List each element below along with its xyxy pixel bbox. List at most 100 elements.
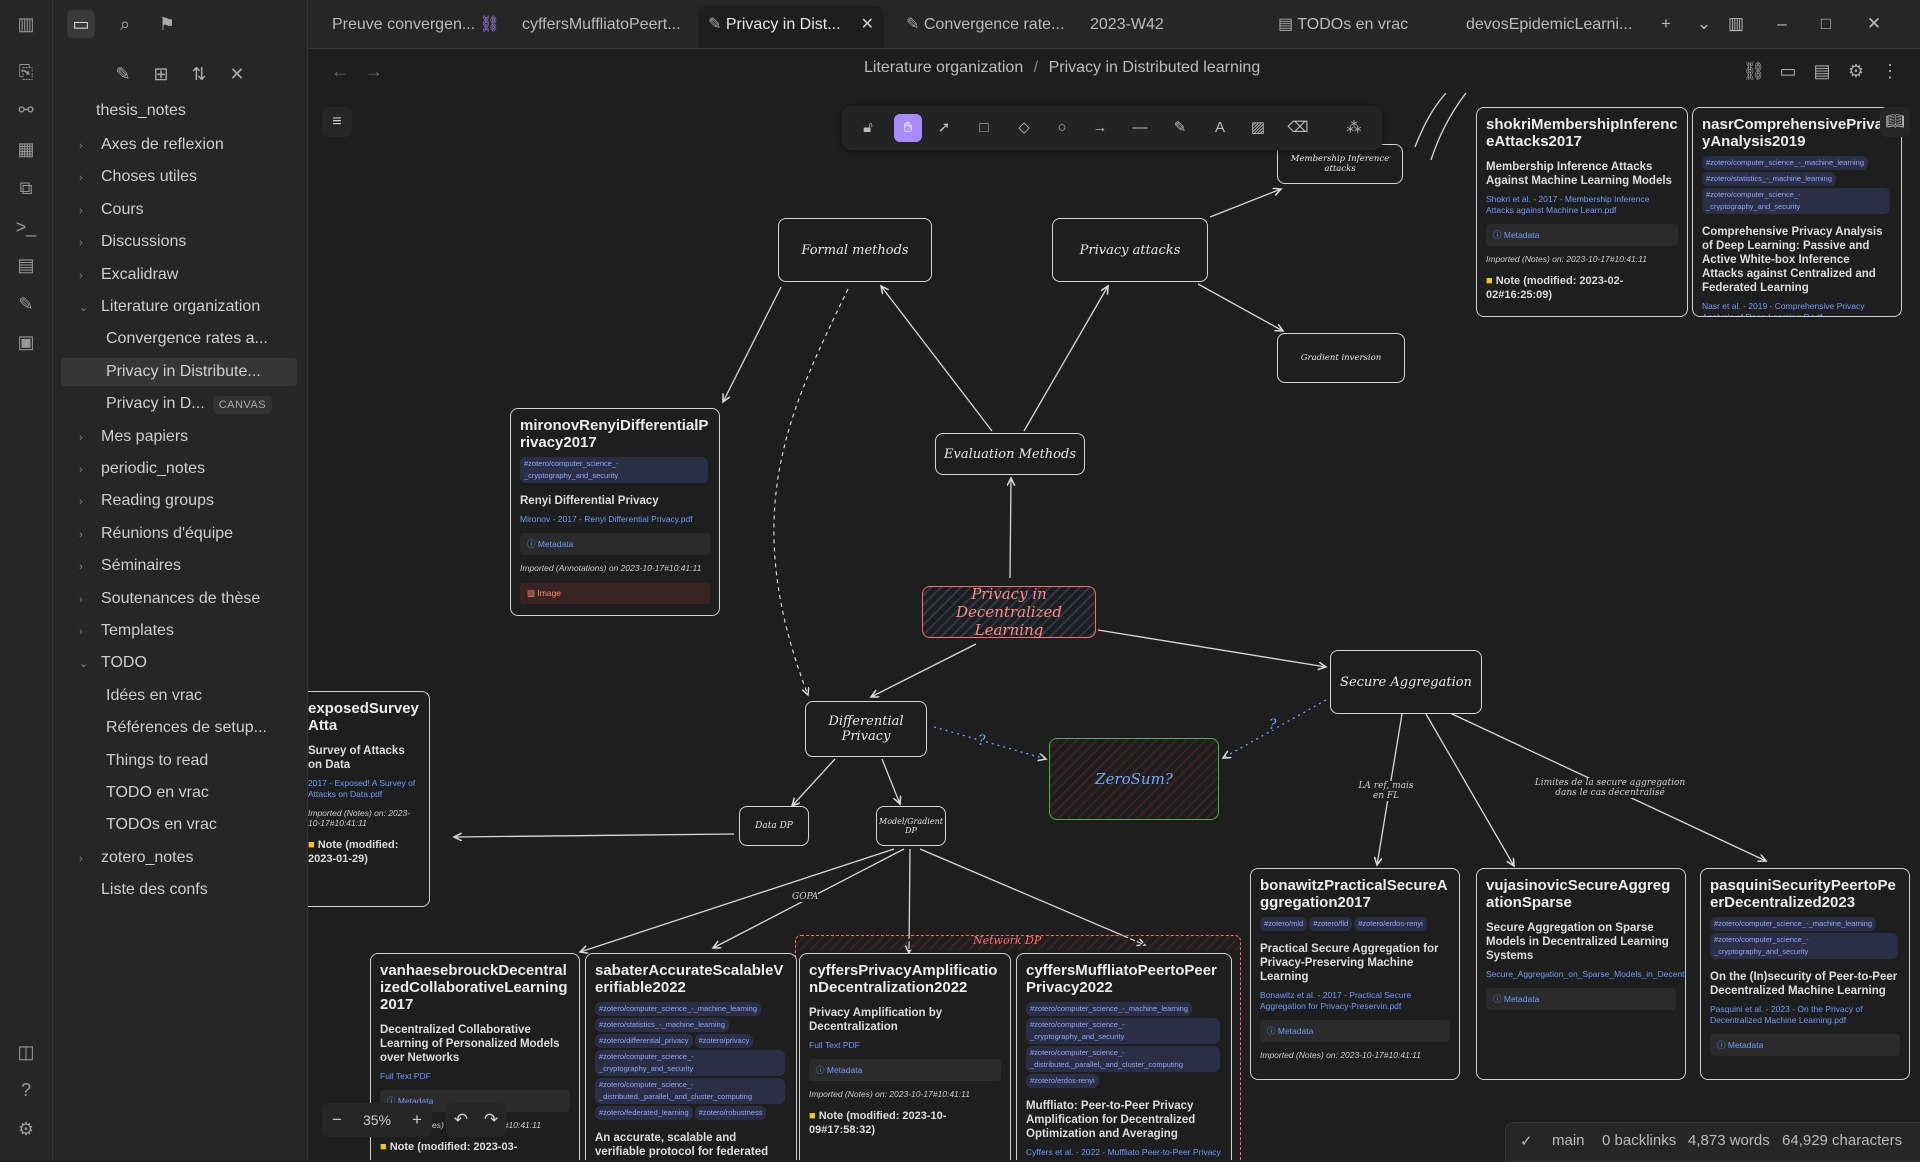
hand-tool-icon[interactable]: ✋︎ bbox=[894, 114, 922, 142]
chevron-right-icon[interactable]: › bbox=[79, 456, 93, 483]
zoom-in-button[interactable]: + bbox=[402, 1103, 432, 1137]
tag[interactable]: #zotero/computer_science_-_machine_learn… bbox=[595, 1002, 762, 1016]
file-item[interactable]: TODO en vrac bbox=[61, 779, 297, 807]
chevron-right-icon[interactable]: › bbox=[79, 488, 93, 515]
card-pdf-link[interactable]: Nasr et al. - 2019 - Comprehensive Priva… bbox=[1702, 301, 1892, 316]
tag[interactable]: #zotero/computer_science_-_cryptography_… bbox=[1710, 933, 1898, 959]
zotero-card[interactable]: exposedSurveyAtta Survey of Attacks on Da… bbox=[308, 691, 430, 907]
tag[interactable]: #zotero/computer_science_-_cryptography_… bbox=[1026, 1018, 1220, 1044]
file-item[interactable]: TODOs en vrac bbox=[61, 811, 297, 839]
folder-item[interactable]: › Excalidraw bbox=[63, 261, 299, 289]
tab-1[interactable]: cyffersMuffliatoPeert... bbox=[512, 6, 696, 48]
tag[interactable]: #zotero/computer_science_-_machine_learn… bbox=[1702, 156, 1869, 170]
screen-icon[interactable]: ▭ bbox=[1774, 57, 1802, 85]
excalidraw-canvas[interactable]: ? ? GOPA LA ref, mais en FL Limites de l… bbox=[308, 93, 1920, 1160]
chevron-right-icon[interactable]: › bbox=[79, 197, 93, 224]
chevron-right-icon[interactable]: › bbox=[79, 424, 93, 451]
tag[interactable]: #zotero/differential_privacy bbox=[595, 1034, 693, 1048]
text-tool-icon[interactable]: A bbox=[1206, 114, 1234, 142]
new-folder-icon[interactable]: ⊞ bbox=[147, 60, 175, 88]
tab-5[interactable]: ▤ TODOs en vrac bbox=[1268, 6, 1446, 48]
zotero-card[interactable]: sabaterAccurateScalableVerifiable2022 #zo… bbox=[585, 953, 797, 1160]
folder-item[interactable]: › Soutenances de thèse bbox=[63, 585, 299, 613]
tag[interactable]: #zotero/computer_science_-_cryptography_… bbox=[1702, 188, 1890, 214]
tag[interactable]: #zotero/erdos-renyi bbox=[1026, 1074, 1099, 1088]
node-central-topic[interactable]: Privacy in Decentralized Learning bbox=[922, 585, 1096, 639]
image-tool-icon[interactable]: ▨ bbox=[1244, 114, 1272, 142]
folder-item[interactable]: › Axes de reflexion bbox=[63, 131, 299, 159]
folder-item[interactable]: › periodic_notes bbox=[63, 455, 299, 483]
tab-4[interactable]: 2023-W42 bbox=[1080, 6, 1256, 48]
chevron-right-icon[interactable]: › bbox=[79, 229, 93, 256]
file-item[interactable]: Liste des confs bbox=[63, 876, 299, 904]
lock-icon[interactable]: 🔓︎ bbox=[854, 114, 882, 142]
card-pdf-link[interactable]: Bonawitz et al. - 2017 - Practical Secur… bbox=[1260, 990, 1450, 1012]
gear-icon[interactable]: ⚙ bbox=[1842, 57, 1870, 85]
zoom-level[interactable]: 35% bbox=[352, 1103, 402, 1137]
card-pdf-link[interactable]: 2017 - Exposed! A Survey of Attacks on D… bbox=[308, 778, 420, 800]
tag[interactable]: #zotero/computer_science_-_cryptography_… bbox=[520, 457, 708, 483]
folder-item[interactable]: › Séminaires bbox=[63, 552, 299, 580]
chevron-right-icon[interactable]: › bbox=[79, 553, 93, 580]
new-note-icon[interactable]: ✎ bbox=[109, 60, 137, 88]
zotero-card[interactable]: nasrComprehensivePrivacyAnalysis2019 #zot… bbox=[1692, 107, 1902, 317]
card-pdf-link[interactable]: Mironov - 2017 - Renyi Differential Priv… bbox=[520, 514, 710, 525]
tag[interactable]: #zotero/mld bbox=[1260, 917, 1308, 931]
collapse-all-icon[interactable]: ✕ bbox=[223, 60, 251, 88]
files-tab-icon[interactable]: ▭ bbox=[67, 10, 95, 38]
excalidraw-icon[interactable]: ✎ bbox=[14, 292, 38, 316]
card-metadata[interactable]: ⓘ Metadata bbox=[809, 1059, 1001, 1081]
folder-item[interactable]: › Choses utiles bbox=[63, 163, 299, 191]
tag[interactable]: #zotero/computer_science_-_cryptography_… bbox=[595, 1050, 785, 1076]
sidebar-toggle-icon[interactable]: ▥ bbox=[14, 12, 38, 36]
more-options-icon[interactable]: ⋮ bbox=[1876, 57, 1904, 85]
command-palette-icon[interactable]: >_ bbox=[14, 215, 38, 239]
zotero-card[interactable]: vujasinovicSecureAggregationSparse Secure… bbox=[1476, 868, 1686, 1080]
node-data-dp[interactable]: Data DP bbox=[739, 806, 809, 846]
tag[interactable]: #zotero/computer_science_-_distributed,_… bbox=[1026, 1046, 1220, 1072]
settings-icon[interactable]: ⚙ bbox=[14, 1117, 38, 1141]
forward-icon[interactable]: → bbox=[360, 57, 388, 85]
tag[interactable]: #zotero/statistics_-_machine_learning bbox=[1702, 172, 1836, 186]
chevron-right-icon[interactable]: › bbox=[79, 845, 93, 872]
file-item[interactable]: Privacy in D... CANVAS bbox=[61, 390, 297, 418]
tag[interactable]: #zotero/erdos-renyi bbox=[1354, 917, 1427, 931]
file-item[interactable]: Convergence rates a... bbox=[61, 325, 297, 353]
close-tab-icon[interactable]: ✕ bbox=[861, 6, 874, 44]
search-tab-icon[interactable]: ⌕ bbox=[111, 10, 139, 38]
node-zerosum[interactable]: ZeroSum? bbox=[1049, 738, 1219, 820]
open-quick-switcher-icon[interactable]: ⎘ bbox=[14, 60, 38, 84]
folder-item[interactable]: › Cours bbox=[63, 196, 299, 224]
line-tool-icon[interactable]: — bbox=[1126, 114, 1154, 142]
tab-3[interactable]: ✎ Convergence rate... bbox=[896, 6, 1074, 48]
hamburger-menu-icon[interactable]: ≡ bbox=[322, 107, 352, 137]
chevron-down-icon[interactable]: ⌄ bbox=[79, 294, 93, 321]
card-metadata[interactable]: ⓘ Metadata bbox=[1486, 988, 1676, 1010]
node-evaluation-methods[interactable]: Evaluation Methods bbox=[935, 433, 1085, 475]
node-differential-privacy[interactable]: Differential Privacy bbox=[805, 701, 927, 757]
folder-item[interactable]: ⌄ Literature organization bbox=[63, 293, 299, 321]
rectangle-tool-icon[interactable]: □ bbox=[970, 114, 998, 142]
zotero-card[interactable]: cyffersPrivacyAmplificationDecentralizat… bbox=[799, 953, 1011, 1160]
folder-item[interactable]: › zotero_notes bbox=[63, 844, 299, 872]
arrow-tool-icon[interactable]: → bbox=[1086, 114, 1114, 142]
file-item[interactable]: Things to read bbox=[61, 747, 297, 775]
sync-check-icon[interactable]: ✓ bbox=[1520, 1132, 1533, 1150]
chevron-right-icon[interactable]: › bbox=[79, 586, 93, 613]
card-metadata[interactable]: ⓘ Metadata bbox=[1486, 224, 1678, 246]
undo-button[interactable]: ↶ bbox=[446, 1103, 476, 1137]
node-privacy-attacks[interactable]: Privacy attacks bbox=[1052, 218, 1208, 282]
redo-button[interactable]: ↷ bbox=[476, 1103, 506, 1137]
folder-item[interactable]: ⌄ TODO bbox=[63, 649, 299, 677]
tag[interactable]: #zotero/statistics_-_machine_learning bbox=[595, 1018, 729, 1032]
node-gradient-inversion[interactable]: Gradient inversion bbox=[1277, 333, 1405, 383]
file-item[interactable]: Références de setup... bbox=[61, 714, 297, 742]
folder-item[interactable]: › Discussions bbox=[63, 228, 299, 256]
back-icon[interactable]: ← bbox=[326, 57, 354, 85]
zotero-card[interactable]: mironovRenyiDifferentialPrivacy2017 #zote… bbox=[510, 408, 720, 616]
link-icon[interactable]: ⛓ bbox=[1740, 57, 1768, 85]
file-item[interactable]: Idées en vrac bbox=[61, 682, 297, 710]
minimize-icon[interactable]: – bbox=[1768, 10, 1796, 38]
selection-tool-icon[interactable]: ➚ bbox=[930, 114, 958, 142]
tag[interactable]: #zotero/computer_science_-_machine_learn… bbox=[1026, 1002, 1193, 1016]
